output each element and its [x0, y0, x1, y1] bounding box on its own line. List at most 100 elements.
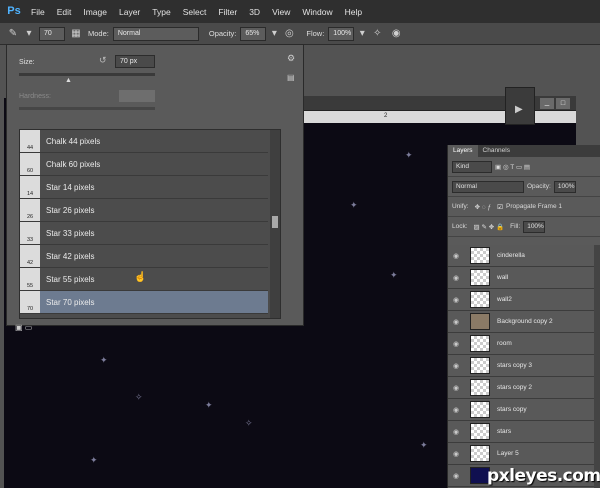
- brush-size-number: 42: [26, 260, 34, 266]
- fill-label: Fill:: [510, 223, 521, 230]
- brush-size-preset[interactable]: 70: [39, 26, 65, 41]
- layer-row[interactable]: ◉ room: [448, 333, 594, 355]
- menu-3d[interactable]: 3D: [243, 7, 266, 17]
- lock-icons[interactable]: ▨ ✎ ✥ 🔒: [474, 223, 505, 231]
- minimize-window-icon[interactable]: _: [540, 98, 554, 109]
- panel-tabs: Layers Channels: [448, 145, 600, 157]
- flow-field[interactable]: 100%: [328, 26, 355, 41]
- layer-thumbnail: [470, 247, 490, 264]
- eye-icon[interactable]: ◉: [448, 428, 464, 436]
- brush-name: Star 33 pixels: [46, 228, 95, 238]
- menu-help[interactable]: Help: [339, 7, 368, 17]
- opacity-field[interactable]: 65%: [240, 26, 267, 41]
- restore-window-icon[interactable]: □: [556, 98, 570, 109]
- list-item[interactable]: 14 Star 14 pixels: [20, 176, 268, 199]
- list-item[interactable]: 70 Star 70 pixels: [20, 291, 268, 314]
- eye-icon[interactable]: ◉: [448, 340, 464, 348]
- chevron-down-icon[interactable]: ▾: [270, 27, 278, 41]
- brush-panel-toggle-icon[interactable]: ▦: [69, 27, 83, 41]
- eye-icon[interactable]: ◉: [448, 450, 464, 458]
- size-input[interactable]: 70 px: [115, 55, 155, 68]
- scrollbar-thumb[interactable]: [272, 216, 278, 228]
- opacity-field[interactable]: 100%: [553, 180, 576, 193]
- brush-size-number: 33: [26, 237, 34, 243]
- unify-label: Unify:: [452, 203, 469, 210]
- eye-icon[interactable]: ◉: [448, 384, 464, 392]
- checkbox-icon[interactable]: ☑: [497, 203, 503, 211]
- layer-row[interactable]: ◉ Layer 5: [448, 443, 594, 465]
- list-item[interactable]: 42 Star 42 pixels: [20, 245, 268, 268]
- eye-icon[interactable]: ◉: [448, 296, 464, 304]
- gear-icon[interactable]: ⚙: [287, 53, 295, 64]
- airbrush-icon[interactable]: ✧: [370, 27, 384, 41]
- menu-select[interactable]: Select: [177, 7, 213, 17]
- list-item[interactable]: 33 Star 33 pixels: [20, 222, 268, 245]
- chevron-down-icon[interactable]: ▾: [25, 27, 33, 41]
- layer-thumbnail: [470, 313, 490, 330]
- tab-channels[interactable]: Channels: [478, 145, 515, 157]
- eye-icon[interactable]: ◉: [448, 472, 464, 480]
- brush-tool-icon[interactable]: ✎: [6, 27, 20, 41]
- menu-file[interactable]: File: [25, 7, 51, 17]
- pressure-size-icon[interactable]: ◉: [389, 27, 403, 41]
- layer-name: Layer 5: [497, 450, 519, 457]
- scrollbar[interactable]: [594, 245, 600, 488]
- brush-preset-list[interactable]: 44 Chalk 44 pixels 60 Chalk 60 pixels 14…: [19, 129, 281, 319]
- brush-size-number: 70: [26, 306, 34, 312]
- brush-name: Star 26 pixels: [46, 205, 95, 215]
- menu-window[interactable]: Window: [296, 7, 338, 17]
- layer-row[interactable]: ◉ wall: [448, 267, 594, 289]
- layer-row[interactable]: ◉ stars: [448, 421, 594, 443]
- eye-icon[interactable]: ◉: [448, 362, 464, 370]
- flow-label: Flow:: [306, 29, 325, 38]
- menu-bar: Ps File Edit Image Layer Type Select Fil…: [0, 0, 600, 23]
- reset-icon[interactable]: ↺: [99, 55, 107, 66]
- layer-name: wall: [497, 274, 509, 281]
- mode-label: Mode:: [88, 29, 109, 38]
- layer-thumbnail: [470, 335, 490, 352]
- layer-row[interactable]: ◉ stars copy: [448, 399, 594, 421]
- eye-icon[interactable]: ◉: [448, 318, 464, 326]
- menu-filter[interactable]: Filter: [212, 7, 243, 17]
- fill-field[interactable]: 100%: [523, 220, 546, 233]
- layer-row[interactable]: ◉ cinderella: [448, 245, 594, 267]
- new-preset-icon[interactable]: ▤: [287, 73, 295, 82]
- list-item[interactable]: 44 Chalk 44 pixels: [20, 130, 268, 153]
- tab-layers[interactable]: Layers: [448, 145, 478, 157]
- layer-row[interactable]: ◉ stars copy 2: [448, 377, 594, 399]
- blend-mode-select[interactable]: Normal: [452, 180, 524, 193]
- menu-image[interactable]: Image: [77, 7, 113, 17]
- brush-name: Chalk 60 pixels: [46, 159, 101, 169]
- layer-row[interactable]: ◉ wall2: [448, 289, 594, 311]
- scrollbar[interactable]: [270, 130, 280, 318]
- brush-thumbnail: 26: [20, 199, 40, 221]
- mode-select[interactable]: Normal: [112, 26, 199, 41]
- star-sparkle: ✦: [90, 455, 98, 465]
- unify-icons[interactable]: ✥ ◌ ƒ: [475, 203, 492, 211]
- hand-cursor-icon: ☝: [134, 272, 147, 283]
- menu-edit[interactable]: Edit: [51, 7, 78, 17]
- hardness-label: Hardness:: [19, 93, 51, 100]
- eye-icon[interactable]: ◉: [448, 252, 464, 260]
- play-icon[interactable]: ▶: [515, 104, 523, 115]
- kind-filter[interactable]: Kind: [452, 160, 492, 173]
- list-item[interactable]: 60 Chalk 60 pixels: [20, 153, 268, 176]
- menu-view[interactable]: View: [266, 7, 296, 17]
- list-item[interactable]: 26 Star 26 pixels: [20, 199, 268, 222]
- eye-icon[interactable]: ◉: [448, 274, 464, 282]
- size-slider[interactable]: [19, 73, 155, 76]
- size-slider-knob[interactable]: ▲: [65, 77, 72, 84]
- eye-icon[interactable]: ◉: [448, 406, 464, 414]
- filter-icons[interactable]: ▣ ◎ T ▭ ▤: [495, 163, 530, 171]
- layer-thumbnail: [470, 269, 490, 286]
- brush-options-icon[interactable]: ▣ ▭: [15, 323, 32, 332]
- menu-type[interactable]: Type: [146, 7, 176, 17]
- layer-row[interactable]: ◉ Background copy 2: [448, 311, 594, 333]
- menu-layer[interactable]: Layer: [113, 7, 146, 17]
- layer-row[interactable]: ◉ stars copy 3: [448, 355, 594, 377]
- chevron-down-icon[interactable]: ▾: [358, 27, 366, 41]
- pressure-opacity-icon[interactable]: ◎: [282, 27, 296, 41]
- collapsed-panel[interactable]: ▶: [505, 87, 535, 125]
- brush-thumbnail: 70: [20, 291, 40, 313]
- list-item[interactable]: 55 Star 55 pixels ☝: [20, 268, 268, 291]
